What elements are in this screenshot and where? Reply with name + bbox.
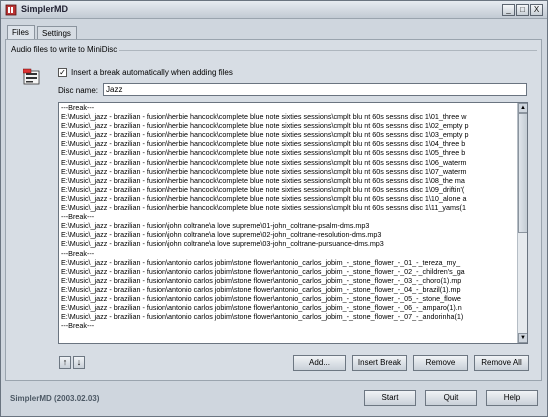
start-button[interactable]: Start <box>364 390 416 406</box>
title-bar[interactable]: SimplerMD _ □ X <box>1 1 547 19</box>
insert-break-button[interactable]: Insert Break <box>352 355 407 371</box>
list-item[interactable]: E:\Music\_jazz - brazilian - fusion\herb… <box>59 158 517 167</box>
list-item[interactable]: E:\Music\_jazz - brazilian - fusion\anto… <box>59 294 517 303</box>
list-item[interactable]: E:\Music\_jazz - brazilian - fusion\herb… <box>59 148 517 157</box>
list-item[interactable]: ---Break--- <box>59 249 517 258</box>
close-button[interactable]: X <box>530 4 543 16</box>
list-item[interactable]: ---Break--- <box>59 321 517 330</box>
tab-settings[interactable]: Settings <box>37 26 77 40</box>
list-item[interactable]: E:\Music\_jazz - brazilian - fusion\herb… <box>59 194 517 203</box>
list-item[interactable]: E:\Music\_jazz - brazilian - fusion\herb… <box>59 167 517 176</box>
app-icon <box>5 4 17 16</box>
maximize-button[interactable]: □ <box>516 4 529 16</box>
list-item[interactable]: ---Break--- <box>59 103 517 112</box>
remove-button[interactable]: Remove <box>413 355 468 371</box>
window-title: SimplerMD <box>21 4 69 14</box>
list-item[interactable]: E:\Music\_jazz - brazilian - fusion\anto… <box>59 303 517 312</box>
list-item[interactable]: E:\Music\_jazz - brazilian - fusion\herb… <box>59 130 517 139</box>
list-item[interactable]: E:\Music\_jazz - brazilian - fusion\john… <box>59 239 517 248</box>
scroll-down-icon[interactable]: ▼ <box>518 333 527 343</box>
list-item[interactable]: ---Break--- <box>59 212 517 221</box>
minidisc-icon <box>23 68 40 85</box>
minimize-button[interactable]: _ <box>502 4 515 16</box>
app-window: SimplerMD _ □ X Files Settings Audio fil… <box>0 0 548 417</box>
list-item[interactable]: E:\Music\_jazz - brazilian - fusion\john… <box>59 230 517 239</box>
move-up-button[interactable]: ↑ <box>59 356 71 369</box>
list-item[interactable]: E:\Music\_jazz - brazilian - fusion\anto… <box>59 276 517 285</box>
list-item[interactable]: E:\Music\_jazz - brazilian - fusion\herb… <box>59 139 517 148</box>
group-title: Audio files to write to MiniDisc <box>11 45 118 54</box>
list-item[interactable]: E:\Music\_jazz - brazilian - fusion\anto… <box>59 258 517 267</box>
scroll-up-icon[interactable]: ▲ <box>518 103 527 113</box>
list-item[interactable]: E:\Music\_jazz - brazilian - fusion\anto… <box>59 312 517 321</box>
list-item[interactable]: E:\Music\_jazz - brazilian - fusion\herb… <box>59 121 517 130</box>
version-label: SimplerMD (2003.02.03) <box>10 394 100 403</box>
remove-all-button[interactable]: Remove All <box>474 355 529 371</box>
list-item[interactable]: E:\Music\_jazz - brazilian - fusion\herb… <box>59 185 517 194</box>
auto-break-checkbox[interactable]: ✓ <box>58 68 67 77</box>
add-button[interactable]: Add... <box>293 355 346 371</box>
file-list-items: ---Break--- E:\Music\_jazz - brazilian - … <box>59 103 517 343</box>
list-item[interactable]: E:\Music\_jazz - brazilian - fusion\herb… <box>59 203 517 212</box>
quit-button[interactable]: Quit <box>425 390 477 406</box>
list-item[interactable]: E:\Music\_jazz - brazilian - fusion\anto… <box>59 285 517 294</box>
list-item[interactable]: E:\Music\_jazz - brazilian - fusion\herb… <box>59 112 517 121</box>
file-list-scrollbar[interactable]: ▲ ▼ <box>517 103 527 343</box>
auto-break-label: Insert a break automatically when adding… <box>71 68 233 77</box>
move-down-button[interactable]: ↓ <box>73 356 85 369</box>
file-list[interactable]: ---Break--- E:\Music\_jazz - brazilian - … <box>58 102 528 344</box>
list-item[interactable]: E:\Music\_jazz - brazilian - fusion\john… <box>59 221 517 230</box>
disc-name-label: Disc name: <box>58 86 99 95</box>
scroll-thumb[interactable] <box>518 113 527 233</box>
help-button[interactable]: Help <box>486 390 538 406</box>
disc-name-input[interactable]: Jazz <box>103 83 527 96</box>
group-divider <box>119 50 537 51</box>
list-item[interactable]: E:\Music\_jazz - brazilian - fusion\anto… <box>59 267 517 276</box>
list-item[interactable]: E:\Music\_jazz - brazilian - fusion\herb… <box>59 176 517 185</box>
